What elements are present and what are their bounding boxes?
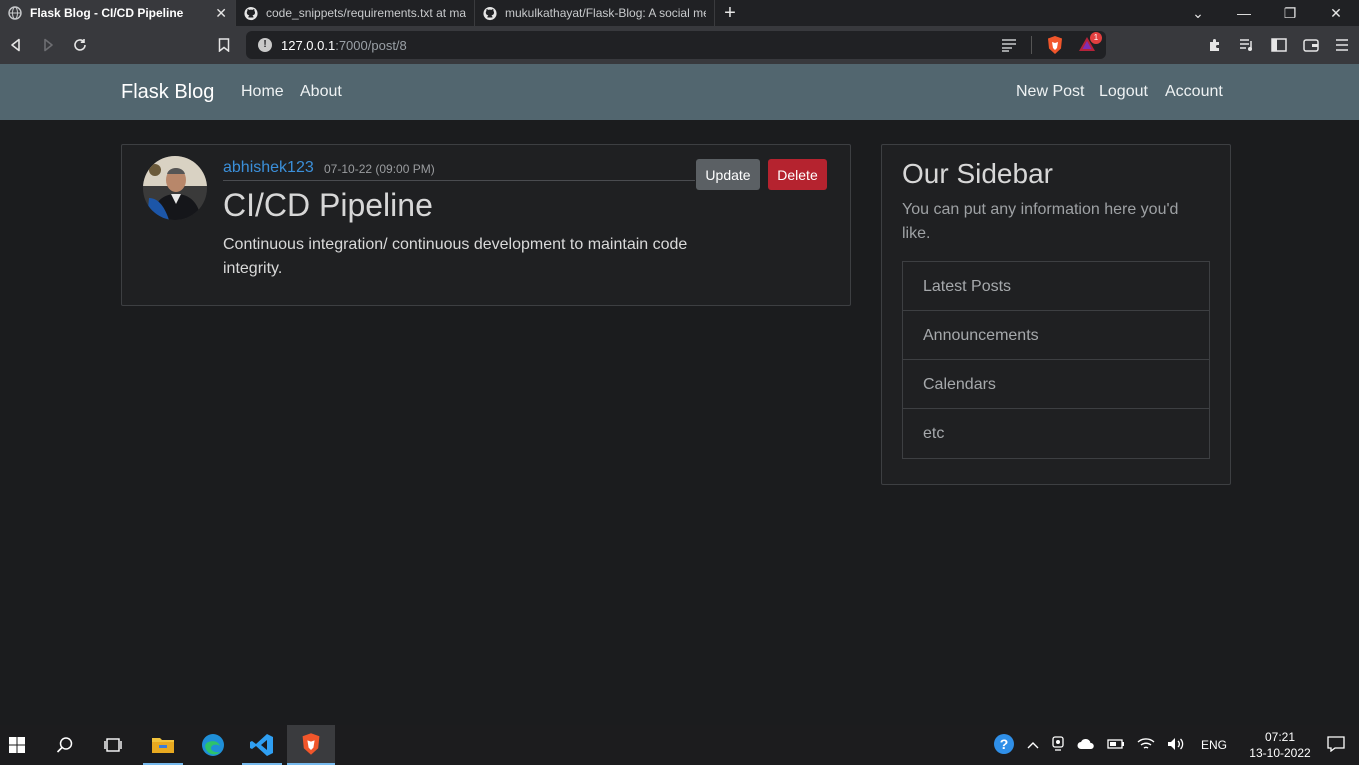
svg-text:?: ? [1000, 736, 1009, 752]
address-bar-actions: 1 [1001, 31, 1102, 59]
vscode-button[interactable] [238, 725, 286, 765]
sidebar-item-calendars[interactable]: Calendars [903, 360, 1209, 409]
forward-arrow-icon [44, 38, 53, 52]
notification-badge: 1 [1090, 32, 1102, 44]
browser-toolbar: ! 127.0.0.1:7000/post/8 1 [0, 26, 1359, 64]
browser-tab-flask-blog[interactable]: Flask Blog - CI/CD Pipeline ✕ [0, 0, 236, 26]
clock-time: 07:21 [1264, 730, 1296, 744]
tab-title: mukulkathayat/Flask-Blog: A social me [505, 6, 706, 20]
back-arrow-icon [11, 38, 20, 52]
onedrive-cloud-icon[interactable] [1077, 738, 1095, 753]
help-icon[interactable]: ? [993, 733, 1015, 758]
sidebar-toggle-icon[interactable] [1271, 38, 1287, 52]
browser-extensions [1207, 26, 1349, 64]
site-brand[interactable]: Flask Blog [121, 81, 214, 104]
sidebar-item-etc[interactable]: etc [903, 409, 1209, 458]
volume-icon[interactable] [1167, 737, 1185, 754]
start-button[interactable] [0, 725, 41, 765]
sidebar-description: You can put any information here you'd l… [902, 201, 1179, 242]
menu-icon[interactable] [1335, 38, 1349, 52]
close-tab-icon[interactable]: ✕ [215, 5, 227, 22]
tab-title: code_snippets/requirements.txt at ma [266, 6, 466, 20]
brave-button[interactable] [287, 725, 335, 765]
sidebar-item-announcements[interactable]: Announcements [903, 311, 1209, 360]
battery-icon[interactable] [1107, 738, 1125, 753]
new-tab-button[interactable]: + [715, 0, 745, 26]
divider [1031, 36, 1032, 54]
post-date: 07-10-22 (09:00 PM) [324, 162, 435, 176]
system-clock[interactable]: 07:21 13-10-2022 [1245, 729, 1315, 761]
wallet-icon[interactable] [1303, 38, 1319, 52]
nav-link-logout[interactable]: Logout [1099, 83, 1148, 101]
reader-mode-icon[interactable] [1001, 38, 1017, 52]
file-explorer-button[interactable] [139, 725, 187, 765]
site-navbar: Flask Blog Home About New Post Logout Ac… [0, 64, 1359, 120]
playlist-icon[interactable] [1239, 38, 1255, 52]
nav-link-account[interactable]: Account [1165, 83, 1223, 101]
nav-link-about[interactable]: About [300, 83, 342, 101]
browser-tab-code-snippets[interactable]: code_snippets/requirements.txt at ma [236, 0, 475, 26]
brave-rewards-icon[interactable]: 1 [1078, 32, 1102, 54]
task-view-icon [104, 738, 122, 752]
language-indicator[interactable]: ENG [1201, 738, 1227, 752]
back-button[interactable] [0, 29, 32, 61]
extensions-puzzle-icon[interactable] [1207, 37, 1223, 53]
notifications-icon[interactable] [1327, 735, 1345, 755]
browser-tab-github-repo[interactable]: mukulkathayat/Flask-Blog: A social me [475, 0, 715, 26]
divider [223, 180, 695, 181]
folder-icon [152, 738, 174, 753]
edge-browser-icon [202, 734, 224, 756]
webcam-icon[interactable] [1051, 735, 1065, 755]
chevron-up-icon[interactable] [1027, 738, 1039, 752]
delete-button[interactable]: Delete [768, 159, 827, 190]
wifi-icon[interactable] [1137, 737, 1155, 754]
sidebar-card: Our Sidebar You can put any information … [881, 144, 1231, 485]
site-info-icon[interactable]: ! [258, 38, 272, 52]
restore-icon[interactable]: ❐ [1267, 5, 1313, 22]
windows-taskbar: ? ENG 07:21 13-10-2022 [0, 725, 1359, 765]
sidebar-title: Our Sidebar [902, 158, 1053, 189]
search-icon [56, 737, 73, 753]
nav-link-new-post[interactable]: New Post [1016, 83, 1084, 101]
brave-shields-icon[interactable] [1046, 35, 1064, 55]
forward-button[interactable] [32, 29, 64, 61]
github-icon [244, 6, 258, 20]
brave-browser-icon [302, 733, 320, 755]
globe-icon [8, 6, 22, 20]
browser-tab-bar: Flask Blog - CI/CD Pipeline ✕ code_snipp… [0, 0, 1359, 26]
system-tray: ? ENG 07:21 13-10-2022 [987, 725, 1359, 765]
post-title: CI/CD Pipeline [223, 187, 433, 223]
author-avatar [143, 156, 207, 220]
nav-link-home[interactable]: Home [241, 83, 284, 101]
window-controls: ⌄ — ❐ ✕ [1175, 0, 1359, 26]
windows-logo-icon [9, 737, 25, 753]
task-view-button[interactable] [89, 725, 137, 765]
post-card: abhishek123 07-10-22 (09:00 PM) Update D… [121, 144, 851, 306]
edge-button[interactable] [189, 725, 237, 765]
vscode-icon [250, 734, 273, 756]
clock-date: 13-10-2022 [1249, 746, 1311, 760]
bookmark-button[interactable] [208, 29, 240, 61]
reload-button[interactable] [64, 29, 96, 61]
update-button[interactable]: Update [696, 159, 760, 190]
sidebar-list: Latest Posts Announcements Calendars etc [902, 261, 1210, 459]
post-content: Continuous integration/ continuous devel… [223, 236, 688, 277]
minimize-icon[interactable]: — [1221, 5, 1267, 21]
url-host: 127.0.0.1 [281, 37, 336, 53]
post-author-link[interactable]: abhishek123 [223, 159, 314, 177]
reload-icon [74, 39, 86, 51]
search-button[interactable] [41, 725, 89, 765]
url-path: :7000/post/8 [335, 37, 407, 53]
chevron-down-icon[interactable]: ⌄ [1175, 5, 1221, 22]
github-icon [483, 6, 497, 20]
close-window-icon[interactable]: ✕ [1313, 5, 1359, 22]
sidebar-item-latest-posts[interactable]: Latest Posts [903, 262, 1209, 311]
tab-title: Flask Blog - CI/CD Pipeline [30, 6, 184, 20]
bookmark-icon [218, 38, 230, 52]
address-bar[interactable]: ! 127.0.0.1:7000/post/8 1 [246, 31, 1106, 59]
